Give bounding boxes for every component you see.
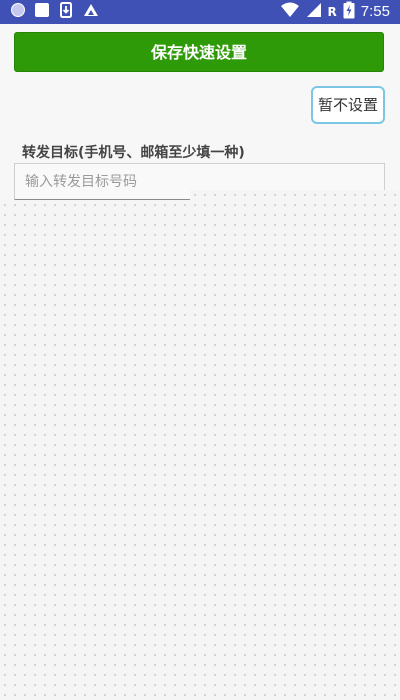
skip-setup-button[interactable]: 暂不设置 — [311, 86, 385, 124]
save-quick-settings-button[interactable]: 保存快速设置 — [14, 32, 384, 72]
status-time: 7:55 — [360, 3, 390, 20]
cloud-icon — [82, 2, 100, 22]
status-right: R 7:55 — [280, 1, 390, 23]
download-icon — [58, 2, 74, 22]
dotted-overlay — [0, 200, 400, 700]
battery-icon — [343, 1, 355, 23]
forward-target-label: 转发目标(手机号、邮箱至少填一种) — [22, 145, 245, 161]
square-icon — [34, 2, 50, 22]
status-bar: R 7:55 — [0, 0, 400, 24]
network-label: R — [327, 5, 337, 19]
signal-icon — [306, 2, 322, 22]
circle-icon — [10, 2, 26, 22]
wifi-icon — [280, 2, 300, 22]
quick-settings-panel: 保存快速设置 暂不设置 转发目标(手机号、邮箱至少填一种) — [0, 24, 400, 201]
status-left-icons — [10, 2, 100, 22]
